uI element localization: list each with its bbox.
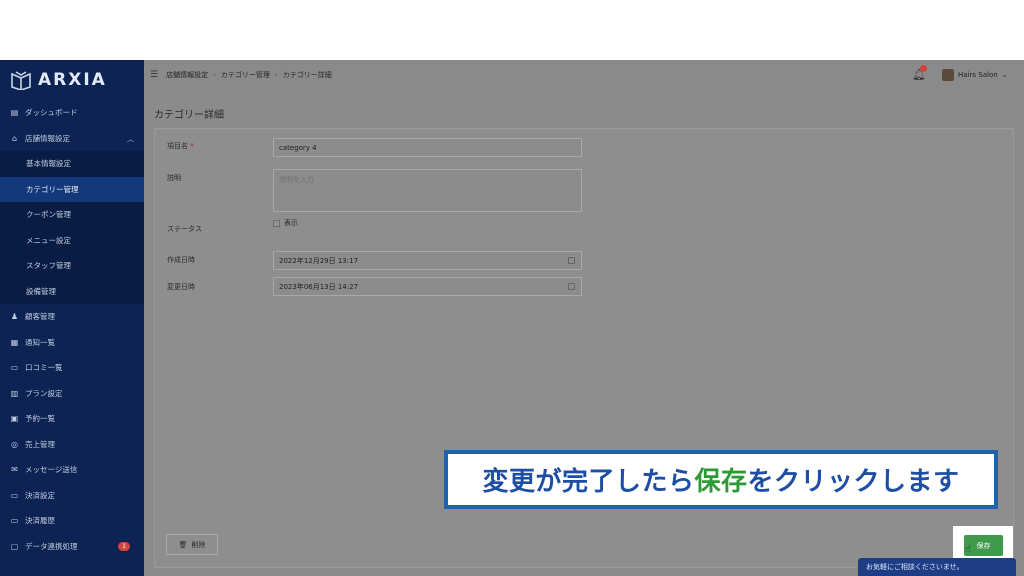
sidebar-item-notifications[interactable]: ▦ 通知一覧 bbox=[0, 330, 144, 356]
sidebar-item-coupon[interactable]: クーポン管理 bbox=[0, 202, 144, 228]
delete-button[interactable]: 🗑︎ 削除 bbox=[166, 534, 218, 555]
caption-text: 変更が完了したら 保存 をクリックします bbox=[448, 454, 994, 505]
hand-cursor-icon: ☝ bbox=[965, 544, 972, 555]
chat-widget[interactable]: お気軽にご相談くださいませ。 bbox=[858, 558, 1016, 576]
caption-after: をクリックします bbox=[747, 467, 960, 497]
sidebar-item-customers[interactable]: ♟ 顧客管理 bbox=[0, 304, 144, 330]
status-label: ステータス bbox=[167, 225, 202, 233]
sidebar-item-label: 口コミ一覧 bbox=[25, 363, 63, 373]
sidebar-item-label: 通知一覧 bbox=[25, 337, 55, 347]
status-option-label: 表示 bbox=[284, 219, 298, 227]
logo-mark-icon bbox=[11, 71, 31, 90]
sidebar-item-payment-history[interactable]: ▭ 決済履歴 bbox=[0, 508, 144, 534]
logo: ARXIA bbox=[0, 60, 144, 100]
sidebar-item-label: データ連携処理 bbox=[25, 541, 78, 551]
sidebar-item-dashboard[interactable]: ▤ ダッシュボード bbox=[0, 100, 144, 126]
updated-label: 変更日時 bbox=[167, 283, 195, 291]
data-sync-icon: ▢ bbox=[10, 541, 19, 551]
user-menu[interactable]: Hairs Salon ⌄ bbox=[942, 60, 1008, 90]
instruction-caption: 変更が完了したら 保存 をクリックします bbox=[444, 450, 998, 509]
sidebar-item-data-sync[interactable]: ▢ データ連携処理 1 bbox=[0, 534, 144, 560]
menu-toggle-icon[interactable]: ☰ bbox=[150, 70, 158, 80]
name-label: 項目名 * bbox=[167, 142, 194, 150]
sales-icon: ◎ bbox=[11, 439, 18, 449]
sidebar-item-label: 決済履歴 bbox=[25, 516, 55, 526]
sidebar-item-label: メッセージ送信 bbox=[25, 465, 78, 475]
dashboard-icon: ▤ bbox=[10, 108, 19, 118]
sidebar-submenu: 基本情報設定 カテゴリー管理 クーポン管理 メニュー設定 スタッフ管理 設備管理 bbox=[0, 151, 144, 304]
sidebar-item-label: プラン設定 bbox=[25, 388, 63, 398]
sidebar-item-label: メニュー設定 bbox=[26, 235, 71, 245]
logo-text: ARXIA bbox=[38, 70, 107, 90]
data-sync-badge: 1 bbox=[118, 541, 130, 551]
sidebar-item-reservations[interactable]: ▣ 予約一覧 bbox=[0, 406, 144, 432]
updated-value: 2023年06月13日 14:27 bbox=[279, 282, 359, 291]
sidebar: ARXIA ▤ ダッシュボード ⌂ 店舗情報設定 ︿ 基本情報設定 カテゴリー管… bbox=[0, 60, 144, 576]
created-value: 2022年12月29日 13:17 bbox=[279, 256, 359, 265]
updated-field: 2023年06月13日 14:27 bbox=[273, 277, 582, 296]
sidebar-item-label: ダッシュボード bbox=[25, 108, 78, 118]
chevron-right-icon: › bbox=[274, 71, 278, 79]
caption-before: 変更が完了したら bbox=[482, 467, 695, 497]
page-title: カテゴリー詳細 bbox=[154, 110, 224, 121]
review-icon: ▭ bbox=[10, 363, 19, 373]
sidebar-item-label: クーポン管理 bbox=[26, 210, 71, 220]
sidebar-item-sales[interactable]: ◎ 売上管理 bbox=[0, 432, 144, 458]
customers-icon: ♟ bbox=[10, 312, 19, 322]
sidebar-item-reviews[interactable]: ▭ 口コミ一覧 bbox=[0, 355, 144, 381]
sidebar-item-label: カテゴリー管理 bbox=[26, 184, 79, 194]
user-name: Hairs Salon bbox=[958, 71, 998, 79]
sidebar-item-label: 売上管理 bbox=[25, 439, 55, 449]
description-field[interactable]: 説明を入力 bbox=[273, 169, 582, 212]
payment-settings-icon: ▭ bbox=[10, 490, 19, 500]
breadcrumb-item-category-detail: カテゴリー詳細 bbox=[282, 71, 332, 79]
breadcrumb-item-category-management[interactable]: カテゴリー管理 bbox=[221, 70, 270, 80]
payment-history-icon: ▭ bbox=[10, 516, 19, 526]
created-field: 2022年12月29日 13:17 bbox=[273, 251, 582, 270]
sidebar-item-messages[interactable]: ✉ メッセージ送信 bbox=[0, 457, 144, 483]
breadcrumb-item-store-settings[interactable]: 店舗情報設定 bbox=[166, 70, 208, 80]
sidebar-item-staff[interactable]: スタッフ管理 bbox=[0, 253, 144, 279]
status-checkbox-group[interactable]: 表示 bbox=[273, 218, 298, 228]
sidebar-item-label: 店舗情報設定 bbox=[25, 133, 70, 143]
sidebar-item-menu[interactable]: メニュー設定 bbox=[0, 228, 144, 254]
sidebar-item-label: 顧客管理 bbox=[25, 312, 55, 322]
message-icon: ✉ bbox=[11, 465, 18, 475]
sidebar-item-label: スタッフ管理 bbox=[26, 261, 71, 271]
name-field[interactable]: category 4 bbox=[273, 138, 582, 157]
delete-button-label: 削除 bbox=[191, 540, 206, 549]
sidebar-item-label: 基本情報設定 bbox=[26, 159, 71, 169]
sidebar-item-store-settings[interactable]: ⌂ 店舗情報設定 ︿ bbox=[0, 126, 144, 152]
calendar-icon bbox=[568, 283, 575, 290]
chevron-up-icon: ︿ bbox=[127, 134, 134, 143]
description-label: 説明 bbox=[167, 174, 181, 182]
notification-dot bbox=[920, 65, 927, 72]
avatar bbox=[942, 69, 954, 81]
notification-list-icon: ▦ bbox=[10, 337, 19, 347]
caption-highlight: 保存 bbox=[694, 467, 748, 497]
trash-icon: 🗑︎ bbox=[178, 540, 188, 549]
chevron-right-icon: › bbox=[213, 71, 216, 79]
top-header: ☰ 店舗情報設定 › カテゴリー管理 › カテゴリー詳細 🔔︎ Hairs Sa… bbox=[144, 60, 1024, 90]
created-label: 作成日時 bbox=[167, 256, 195, 264]
sidebar-item-plans[interactable]: ▥ プラン設定 bbox=[0, 381, 144, 407]
sidebar-item-payment-settings[interactable]: ▭ 決済設定 bbox=[0, 483, 144, 509]
status-checkbox[interactable] bbox=[273, 219, 280, 227]
sidebar-item-label: 決済設定 bbox=[25, 490, 55, 500]
calendar-icon bbox=[568, 257, 575, 264]
sidebar-item-equipment[interactable]: 設備管理 bbox=[0, 279, 144, 305]
sidebar-item-category[interactable]: カテゴリー管理 bbox=[0, 176, 144, 202]
sidebar-item-label: 予約一覧 bbox=[25, 414, 55, 424]
sidebar-item-label: 設備管理 bbox=[26, 286, 56, 296]
store-icon: ⌂ bbox=[11, 133, 18, 143]
plan-icon: ▥ bbox=[10, 388, 19, 398]
breadcrumb: ☰ 店舗情報設定 › カテゴリー管理 › カテゴリー詳細 bbox=[150, 60, 332, 90]
reservation-icon: ▣ bbox=[10, 414, 19, 424]
chevron-down-icon: ⌄ bbox=[1001, 71, 1008, 79]
sidebar-item-basic-info[interactable]: 基本情報設定 bbox=[0, 151, 144, 177]
